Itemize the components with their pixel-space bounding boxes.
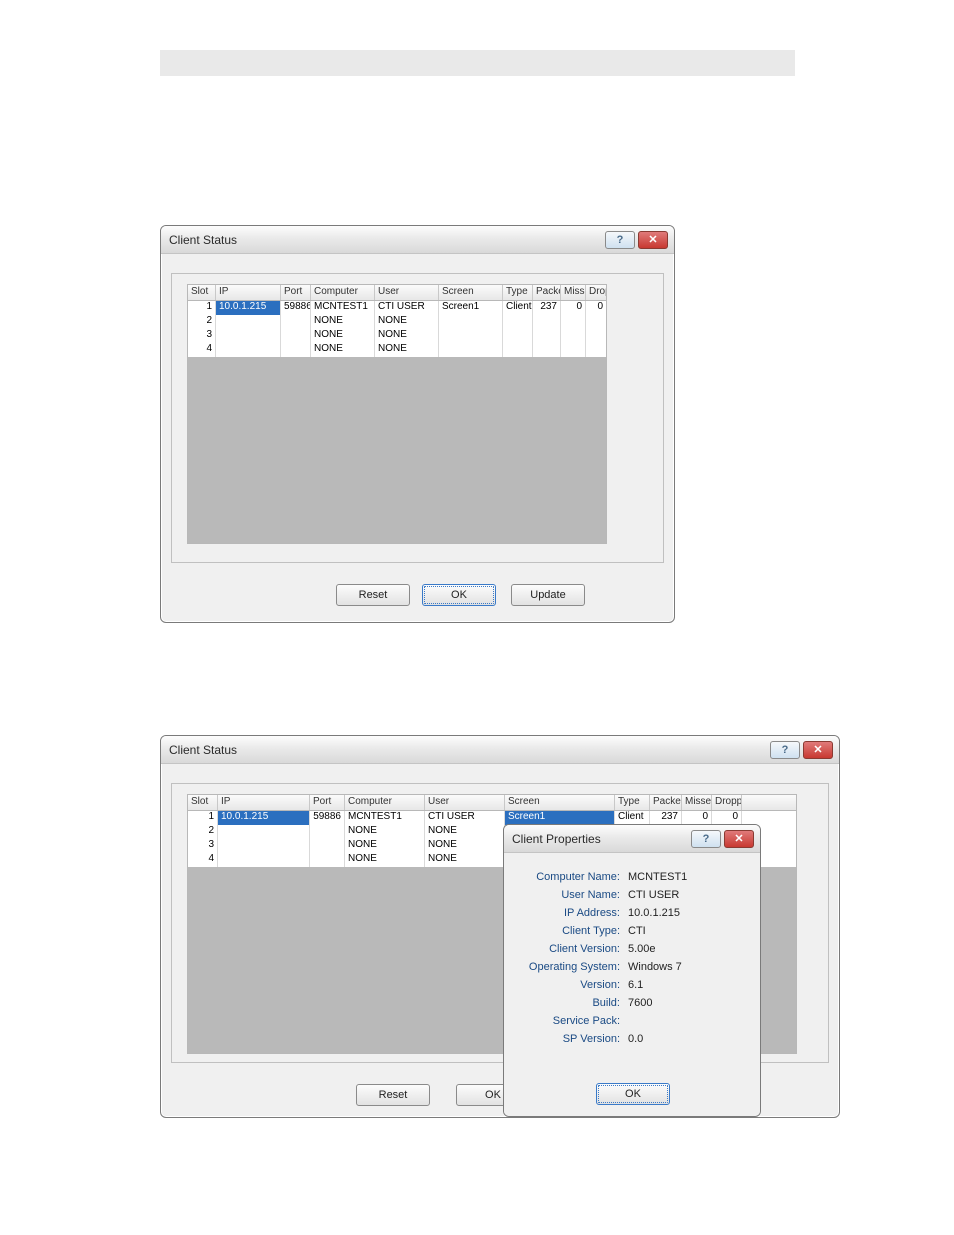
client-properties-dialog: Client Properties ? ✕ Computer Name: MCN… [503,824,761,1117]
content-inset: Slot IP Port Computer User Screen Type P… [171,273,664,563]
help-icon: ? [782,744,789,756]
col-screen[interactable]: Screen [439,285,503,300]
col-user[interactable]: User [375,285,439,300]
client-status-window-1: Client Status ? ✕ Slot IP Port Computer … [160,225,675,623]
client-table[interactable]: Slot IP Port Computer User Screen Type P… [187,284,607,544]
table-header: Slot IP Port Computer User Screen Type P… [188,795,796,811]
col-screen[interactable]: Screen [505,795,615,810]
table-body: 1 10.0.1.215 59886 MCNTEST1 CTI USER Scr… [188,301,606,543]
col-dropped[interactable]: Dropp [712,795,742,810]
prop-service-pack: Service Pack: [514,1015,750,1033]
properties-list: Computer Name: MCNTEST1 User Name: CTI U… [514,871,750,1051]
prop-client-version: Client Version: 5.00e [514,943,750,961]
prop-version: Version: 6.1 [514,979,750,997]
help-button[interactable]: ? [770,741,800,759]
prop-ip-address: IP Address: 10.0.1.215 [514,907,750,925]
col-port[interactable]: Port [310,795,345,810]
close-icon: ✕ [648,233,657,246]
prop-sp-version: SP Version: 0.0 [514,1033,750,1051]
selected-cell: 10.0.1.215 [218,811,310,825]
table-header: Slot IP Port Computer User Screen Type P… [188,285,606,301]
prop-client-type: Client Type: CTI [514,925,750,943]
col-computer[interactable]: Computer [311,285,375,300]
col-computer[interactable]: Computer [345,795,425,810]
dialog-title: Client Properties [512,832,688,846]
col-type[interactable]: Type [503,285,533,300]
col-dropped[interactable]: Dropp [586,285,606,300]
page-header-band [160,50,795,76]
col-ip[interactable]: IP [216,285,281,300]
titlebar[interactable]: Client Status ? ✕ [161,226,674,254]
table-row[interactable]: 2 NONE NONE [188,315,606,329]
close-button[interactable]: ✕ [638,231,668,249]
window-title: Client Status [169,233,602,247]
table-row[interactable]: 1 10.0.1.215 59886 MCNTEST1 CTI USER Scr… [188,301,606,315]
help-button[interactable]: ? [691,830,721,848]
table-row[interactable]: 4 NONE NONE [188,343,606,357]
col-type[interactable]: Type [615,795,650,810]
ok-button[interactable]: OK [596,1083,670,1105]
close-icon: ✕ [734,832,743,845]
prop-build: Build: 7600 [514,997,750,1015]
window-title: Client Status [169,743,767,757]
close-button[interactable]: ✕ [803,741,833,759]
reset-button[interactable]: Reset [336,584,410,606]
selected-cell: 10.0.1.215 [216,301,281,315]
help-button[interactable]: ? [605,231,635,249]
col-packets[interactable]: Packe [533,285,561,300]
update-button[interactable]: Update [511,584,585,606]
prop-os: Operating System: Windows 7 [514,961,750,979]
prop-user-name: User Name: CTI USER [514,889,750,907]
prop-computer-name: Computer Name: MCNTEST1 [514,871,750,889]
help-icon: ? [617,234,624,246]
col-port[interactable]: Port [281,285,311,300]
ok-button[interactable]: OK [422,584,496,606]
table-row[interactable]: 3 NONE NONE [188,329,606,343]
col-slot[interactable]: Slot [188,795,218,810]
col-slot[interactable]: Slot [188,285,216,300]
close-icon: ✕ [813,743,822,756]
col-ip[interactable]: IP [218,795,310,810]
col-missed[interactable]: Misse [561,285,586,300]
help-icon: ? [703,833,710,845]
col-user[interactable]: User [425,795,505,810]
titlebar[interactable]: Client Properties ? ✕ [504,825,760,853]
titlebar[interactable]: Client Status ? ✕ [161,736,839,764]
col-packets[interactable]: Packe [650,795,682,810]
table-row[interactable]: 1 10.0.1.215 59886 MCNTEST1 CTI USER Scr… [188,811,796,825]
close-button[interactable]: ✕ [724,830,754,848]
col-missed[interactable]: Misse [682,795,712,810]
reset-button[interactable]: Reset [356,1084,430,1106]
